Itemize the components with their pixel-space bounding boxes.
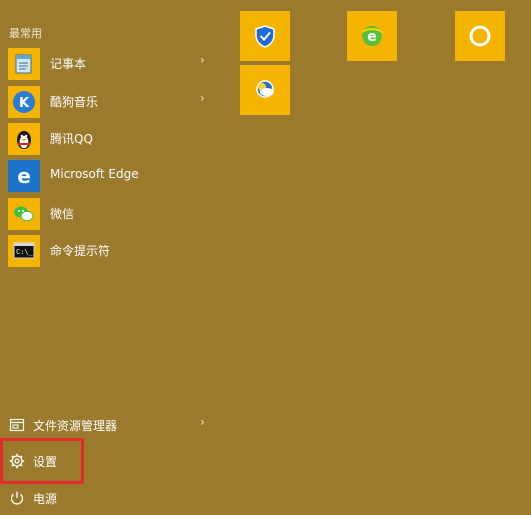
wechat-icon: [8, 198, 40, 230]
app-item-wechat[interactable]: 微信: [0, 196, 224, 230]
svg-text:K: K: [19, 96, 30, 111]
cortana-ring-icon: [469, 25, 491, 47]
command-prompt-icon: C:\_: [8, 235, 40, 267]
qq-penguin-icon: [8, 123, 40, 155]
edge-icon: e: [8, 160, 40, 192]
file-explorer-icon: [9, 418, 25, 432]
kugou-music-icon: K: [8, 86, 40, 118]
tile-weather[interactable]: [240, 65, 290, 115]
app-label-qq: 腾讯QQ: [50, 132, 93, 146]
tile-security-shield[interactable]: [240, 11, 290, 61]
file-explorer-label: 文件资源管理器: [33, 419, 118, 433]
app-label-wechat: 微信: [50, 207, 75, 221]
app-item-notepad[interactable]: 记事本 ›: [0, 46, 224, 80]
chevron-right-icon[interactable]: ›: [200, 53, 205, 67]
app-item-command-prompt[interactable]: C:\_ 命令提示符: [0, 233, 224, 267]
tile-browser-e[interactable]: e: [347, 11, 397, 61]
file-explorer-item[interactable]: 文件资源管理器 ›: [0, 408, 224, 442]
app-item-edge[interactable]: e Microsoft Edge: [0, 158, 224, 192]
chevron-right-icon[interactable]: ›: [200, 415, 205, 429]
svg-text:e: e: [17, 164, 31, 188]
tile-cortana[interactable]: [455, 11, 505, 61]
app-label-notepad: 记事本: [50, 57, 87, 71]
notepad-icon: [8, 48, 40, 80]
app-label-command-prompt: 命令提示符: [50, 244, 111, 258]
chevron-right-icon[interactable]: ›: [200, 91, 205, 105]
section-header-most-used: 最常用: [9, 27, 42, 40]
settings-highlight-box: [0, 438, 84, 484]
app-list: 最常用 记事本 › K 酷狗音乐 › 腾讯QQ e Microsoft Edge…: [0, 0, 224, 510]
shield-check-icon: [255, 25, 275, 48]
power-icon: [10, 491, 24, 505]
power-label: 电源: [33, 492, 58, 506]
app-item-kugou[interactable]: K 酷狗音乐 ›: [0, 84, 224, 118]
app-item-qq[interactable]: 腾讯QQ: [0, 121, 224, 155]
start-menu: 最常用 记事本 › K 酷狗音乐 › 腾讯QQ e Microsoft Edge…: [0, 0, 531, 510]
green-e-browser-icon: e: [361, 26, 384, 46]
app-label-edge: Microsoft Edge: [50, 167, 139, 181]
app-label-kugou: 酷狗音乐: [50, 95, 99, 109]
weather-sun-cloud-icon: [256, 80, 274, 98]
svg-text:C:\_: C:\_: [16, 248, 34, 256]
svg-text:e: e: [367, 29, 377, 45]
